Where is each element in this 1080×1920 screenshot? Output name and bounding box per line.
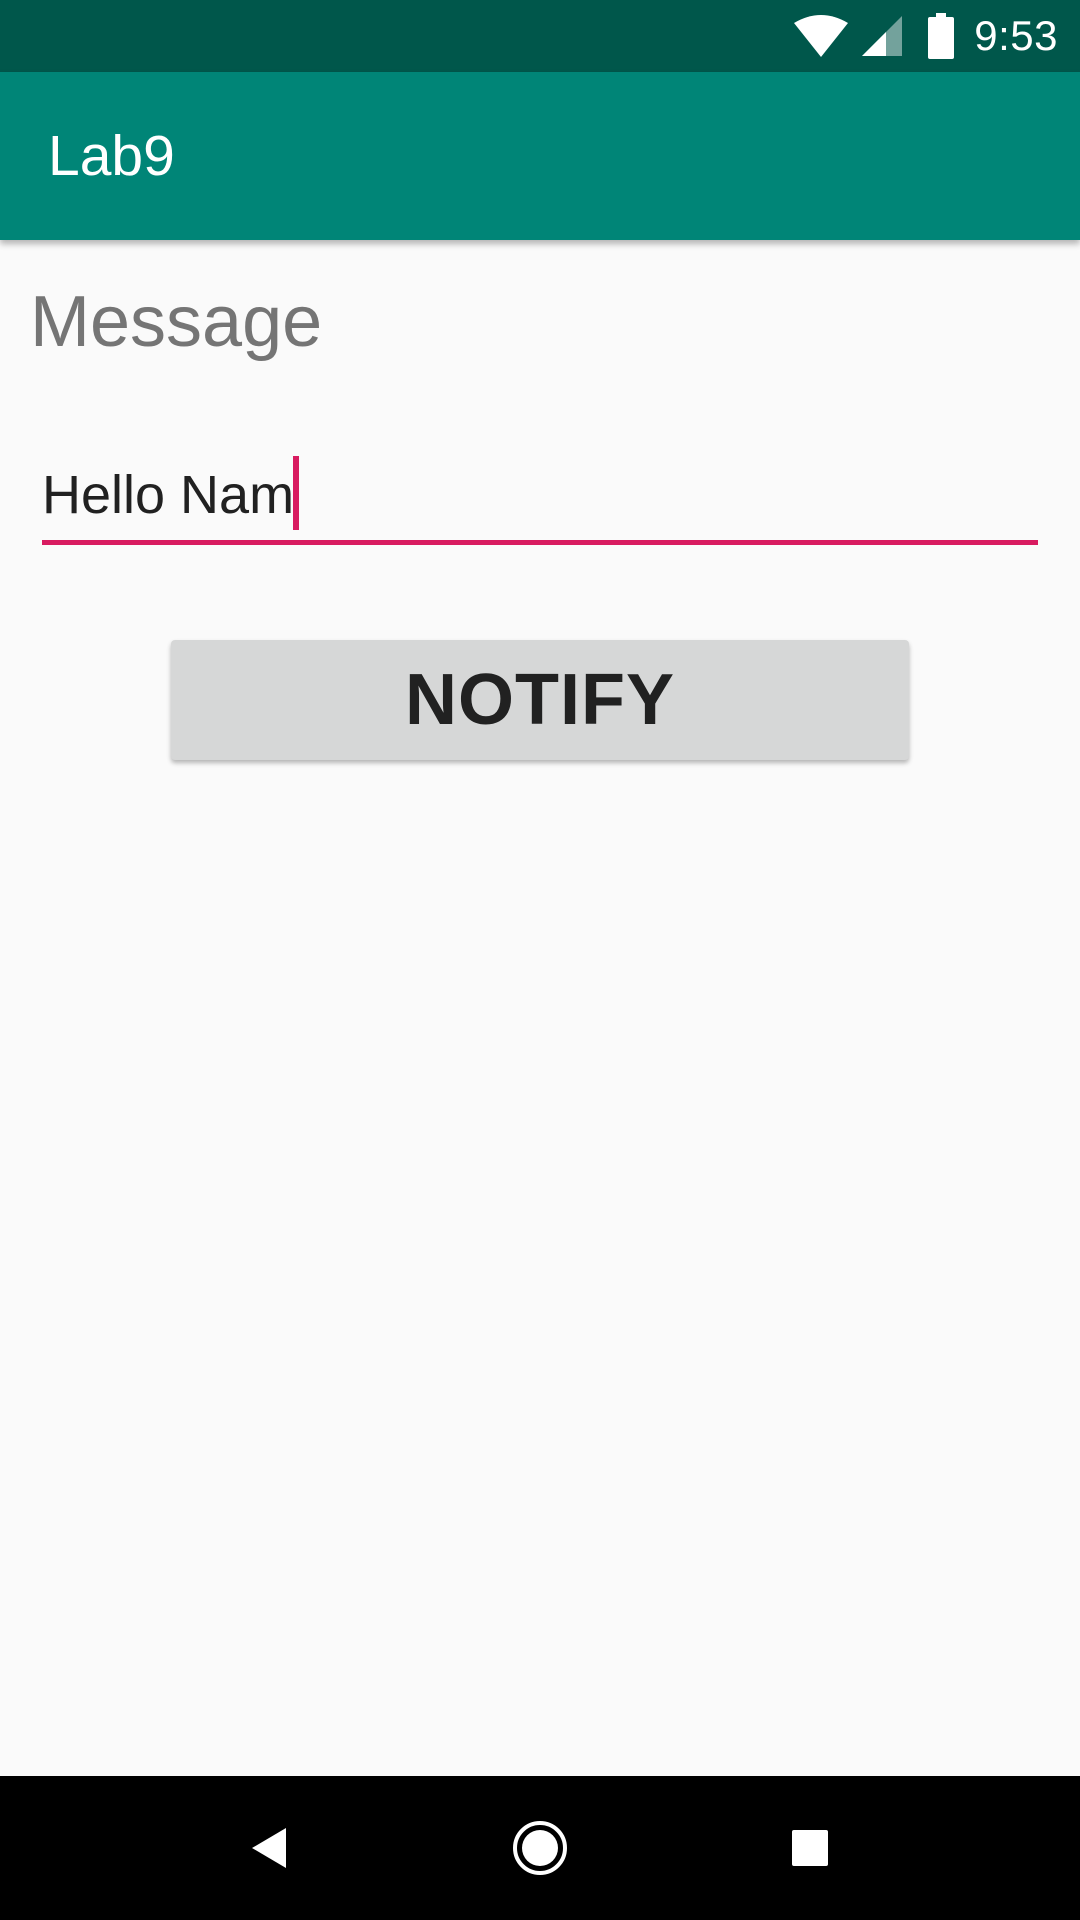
battery-icon [928,13,955,59]
message-label: Message [30,282,323,362]
recents-icon [792,1830,828,1866]
status-time: 9:53 [974,12,1058,59]
status-icons: 9:53 [794,0,1058,72]
recents-button[interactable] [750,1776,870,1920]
screen: 9:53 Lab9 Message NOTIFY [0,0,1080,1920]
cell-signal-icon [862,16,903,56]
app-title: Lab9 [48,124,175,188]
back-icon [252,1828,286,1868]
notify-button[interactable]: NOTIFY [171,640,909,760]
navigation-bar [0,1776,1080,1920]
status-bar: 9:53 [0,0,1080,72]
app-bar: Lab9 [0,72,1080,240]
home-button[interactable] [480,1776,600,1920]
message-input[interactable] [42,450,1038,545]
back-button[interactable] [210,1776,330,1920]
text-cursor [293,456,299,530]
wifi-icon [794,15,849,57]
home-icon [513,1821,567,1875]
